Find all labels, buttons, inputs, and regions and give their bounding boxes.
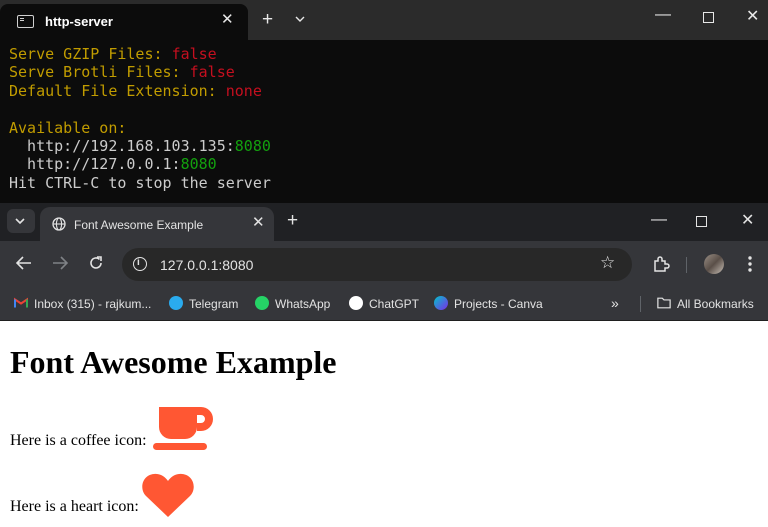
brotli-label: Serve Brotli Files: [9,63,190,82]
page-content: Font Awesome Example Here is a coffee ic… [0,321,768,527]
address-bar[interactable]: 127.0.0.1:8080 ☆ [122,248,632,281]
minimize-icon[interactable]: — [655,7,671,23]
browser-window: Font Awesome Example ✕ + — ✕ 127.0.0.1:8… [0,203,768,527]
stop-hint: Hit CTRL-C to stop the server [9,173,271,192]
profile-avatar[interactable] [704,254,724,274]
minimize-icon[interactable]: — [651,212,667,228]
tab-title: Font Awesome Example [74,218,204,232]
url1-port: 8080 [234,137,271,156]
brotli-value: false [189,63,235,82]
close-window-icon[interactable]: ✕ [746,9,759,25]
bookmark-telegram[interactable]: Telegram [169,296,238,312]
bookmark-canva[interactable]: Projects - Canva [434,296,543,312]
gmail-icon [14,297,28,308]
terminal-tab[interactable]: http-server ✕ [0,4,248,40]
page-heading: Font Awesome Example [10,344,337,380]
folder-icon [657,297,671,309]
all-bookmarks[interactable]: All Bookmarks [657,296,754,312]
menu-kebab-icon[interactable] [748,256,752,272]
bookmark-star-icon[interactable]: ☆ [600,254,615,271]
whatsapp-icon [255,296,269,310]
extensions-icon[interactable] [652,255,670,273]
bookmarks-bar: Inbox (315) - rajkum... Telegram WhatsAp… [0,287,768,321]
bookmark-chatgpt[interactable]: ChatGPT [349,296,419,312]
new-tab-icon[interactable]: + [287,211,298,230]
tab-search-button[interactable] [7,209,35,233]
terminal-tab-title: http-server [45,14,113,29]
reload-icon[interactable] [89,256,103,270]
maximize-icon[interactable] [703,12,714,23]
url-text[interactable]: 127.0.0.1:8080 [160,257,253,273]
url2-host: http://127.0.0.1: [9,155,181,174]
maximize-icon[interactable] [696,216,707,227]
bookmark-inbox[interactable]: Inbox (315) - rajkum... [14,296,151,312]
extension-value: none [225,81,262,100]
bookmarks-divider [640,296,641,312]
terminal-titlebar: http-server ✕ + — ✕ [0,0,768,40]
close-window-icon[interactable]: ✕ [741,213,754,229]
new-tab-icon[interactable]: + [262,10,273,29]
forward-arrow-icon[interactable] [52,256,68,270]
chatgpt-icon [349,296,363,310]
gzip-label: Serve GZIP Files: [9,45,172,63]
gzip-value: false [171,45,217,63]
toolbar-divider [686,257,687,273]
globe-icon [52,217,66,231]
tab-strip: Font Awesome Example ✕ + — ✕ [0,203,768,241]
chevron-down-icon[interactable] [295,14,305,24]
coffee-text: Here is a coffee icon: [10,432,147,449]
canva-icon [434,296,448,310]
url1-host: http://192.168.103.135: [9,137,235,156]
site-info-icon[interactable] [133,257,147,271]
browser-toolbar: 127.0.0.1:8080 ☆ [0,241,768,287]
close-tab-icon[interactable]: ✕ [252,215,265,230]
heart-text: Here is a heart icon: [10,498,139,515]
extension-label: Default File Extension: [9,81,226,100]
coffee-icon [153,407,213,450]
close-tab-icon[interactable]: ✕ [221,12,234,27]
tab-font-awesome-example[interactable]: Font Awesome Example ✕ [40,207,274,241]
terminal-output: Serve GZIP Files: false Serve Brotli Fil… [9,45,271,192]
bookmark-whatsapp[interactable]: WhatsApp [255,296,330,312]
available-label: Available on: [9,118,127,137]
telegram-icon [169,296,183,310]
heart-icon [142,473,194,517]
chevron-down-icon [15,218,25,225]
back-arrow-icon[interactable] [16,256,32,270]
terminal-window: http-server ✕ + — ✕ Serve GZIP Files: fa… [0,0,768,203]
more-bookmarks-icon[interactable]: » [611,295,619,311]
url2-port: 8080 [180,155,217,174]
terminal-icon [17,15,34,28]
